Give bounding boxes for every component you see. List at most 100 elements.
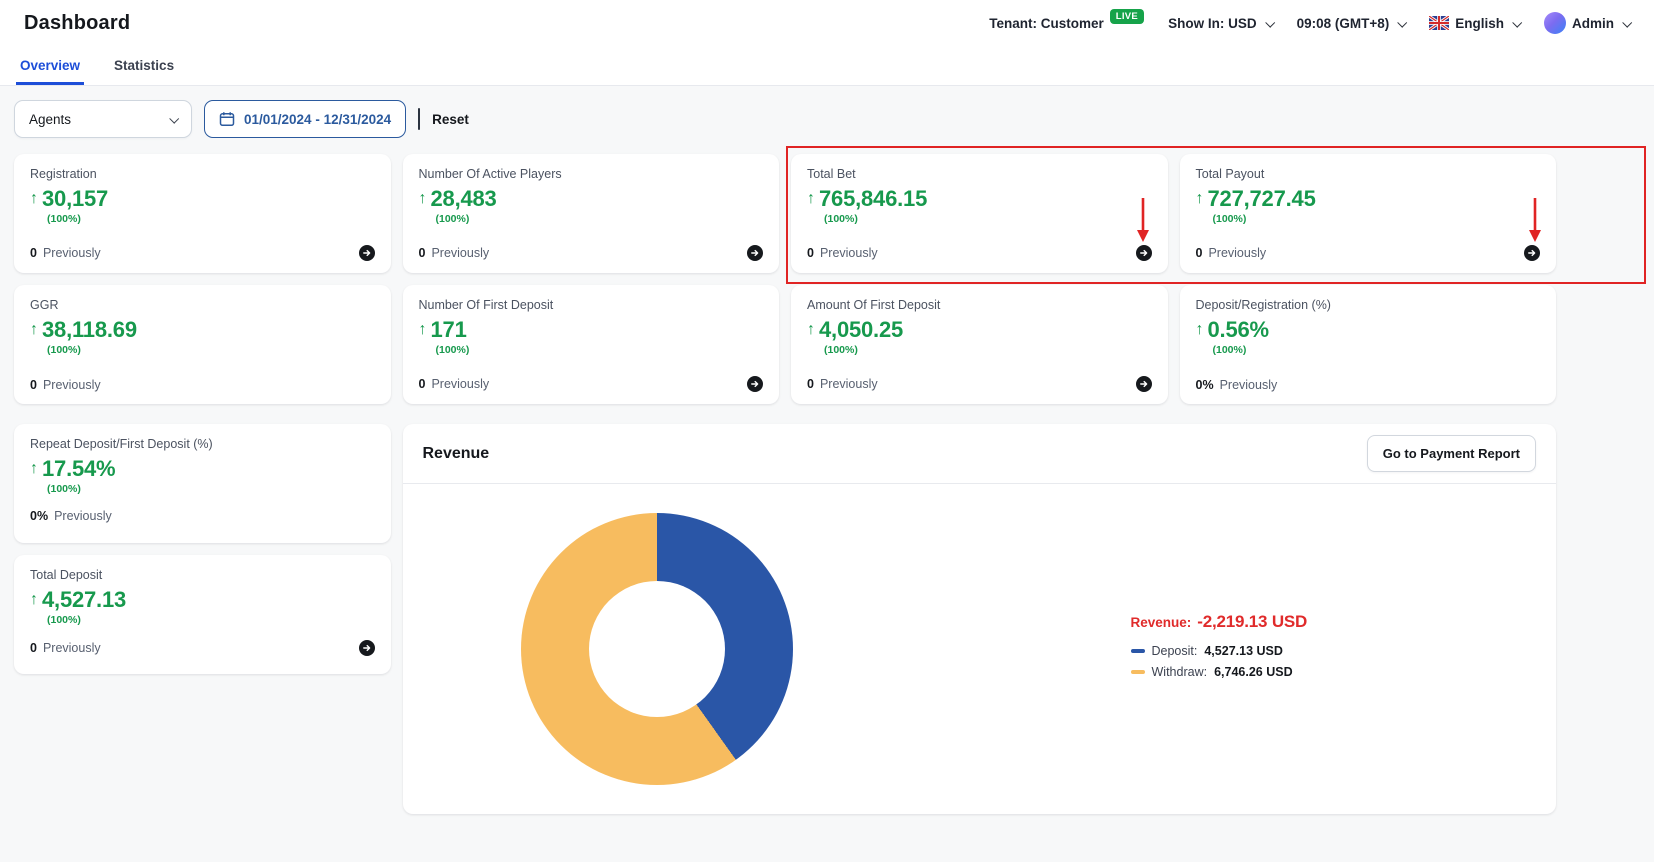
- previous-value: 0: [1196, 246, 1203, 260]
- stat-value: 17.54%: [42, 458, 115, 480]
- date-range-picker[interactable]: 01/01/2024 - 12/31/2024: [204, 100, 406, 138]
- previous-value: 0: [30, 246, 37, 260]
- stat-value: 38,118.69: [42, 319, 137, 341]
- revenue-body: Revenue: -2,219.13 USD Deposit: 4,527.13…: [403, 484, 1557, 814]
- stat-title: Number Of First Deposit: [419, 298, 764, 312]
- revenue-card: Revenue Go to Payment Report Revenue: -2…: [403, 424, 1557, 814]
- revenue-donut: [521, 513, 793, 785]
- legend-label: Withdraw:: [1152, 665, 1208, 679]
- stat-percent: (100%): [47, 614, 375, 626]
- arrow-circle-icon[interactable]: [1136, 245, 1152, 261]
- stat-value: 765,846.15: [819, 188, 927, 210]
- stat-card-number-first-deposit: Number Of First Deposit ↑171 (100%) 0 Pr…: [403, 285, 780, 404]
- chevron-down-icon: [1622, 17, 1632, 27]
- stat-percent: (100%): [47, 213, 375, 225]
- language-dropdown[interactable]: English: [1429, 16, 1520, 31]
- calendar-icon: [219, 111, 235, 127]
- donut-hole: [589, 581, 725, 717]
- stat-value: 4,050.25: [819, 319, 903, 341]
- main-content: Agents 01/01/2024 - 12/31/2024 Reset Reg…: [0, 86, 1654, 834]
- show-in-label: Show In: USD: [1168, 16, 1257, 31]
- stat-card-deposit-registration: Deposit/Registration (%) ↑0.56% (100%) 0…: [1180, 285, 1557, 404]
- previous-value: 0: [807, 377, 814, 391]
- stat-percent: (100%): [436, 213, 764, 225]
- trend-up-icon: ↑: [30, 191, 38, 207]
- revenue-total-value: -2,219.13 USD: [1197, 612, 1307, 632]
- go-to-payment-report-button[interactable]: Go to Payment Report: [1367, 435, 1536, 472]
- previous-label: Previously: [431, 377, 489, 391]
- left-card-stack: Repeat Deposit/First Deposit (%) ↑17.54%…: [14, 424, 391, 674]
- stat-value: 171: [431, 319, 467, 341]
- user-menu[interactable]: Admin: [1544, 12, 1630, 34]
- stat-card-registration: Registration ↑30,157 (100%) 0 Previously: [14, 154, 391, 273]
- stat-card-ggr: GGR ↑38,118.69 (100%) 0 Previously: [14, 285, 391, 404]
- stats-grid: Registration ↑30,157 (100%) 0 Previously…: [14, 154, 1556, 814]
- timezone-dropdown[interactable]: 09:08 (GMT+8): [1297, 16, 1406, 31]
- previous-value: 0: [419, 377, 426, 391]
- stat-card-amount-first-deposit: Amount Of First Deposit ↑4,050.25 (100%)…: [791, 285, 1168, 404]
- stat-percent: (100%): [436, 344, 764, 356]
- tab-statistics[interactable]: Statistics: [110, 46, 178, 85]
- legend-item-withdraw: Withdraw: 6,746.26 USD: [1131, 665, 1308, 679]
- avatar: [1544, 12, 1566, 34]
- stat-title: Total Payout: [1196, 167, 1541, 181]
- revenue-legend: Revenue: -2,219.13 USD Deposit: 4,527.13…: [1131, 612, 1308, 686]
- arrow-circle-icon[interactable]: [1136, 376, 1152, 392]
- legend-value: 6,746.26 USD: [1214, 665, 1293, 679]
- previous-value: 0%: [30, 509, 48, 523]
- arrow-circle-icon[interactable]: [359, 245, 375, 261]
- reset-button[interactable]: Reset: [432, 112, 469, 127]
- trend-up-icon: ↑: [807, 191, 815, 207]
- time-label: 09:08 (GMT+8): [1297, 16, 1390, 31]
- revenue-total-label: Revenue:: [1131, 615, 1192, 630]
- previous-value: 0: [419, 246, 426, 260]
- user-name: Admin: [1572, 16, 1614, 31]
- withdraw-swatch: [1131, 670, 1145, 674]
- live-badge: LIVE: [1110, 9, 1144, 24]
- previous-label: Previously: [820, 246, 878, 260]
- stat-percent: (100%): [1213, 344, 1541, 356]
- filter-divider: [418, 108, 420, 130]
- previous-label: Previously: [43, 641, 101, 655]
- tabs-bar: Overview Statistics: [0, 46, 1654, 86]
- arrow-circle-icon[interactable]: [747, 376, 763, 392]
- dashboard-page: Dashboard Tenant: Customer LIVE Show In:…: [0, 0, 1654, 862]
- tenant-label: Tenant: Customer: [989, 16, 1104, 31]
- chevron-down-icon: [169, 113, 179, 123]
- arrow-circle-icon[interactable]: [747, 245, 763, 261]
- previous-value: 0%: [1196, 378, 1214, 392]
- previous-value: 0: [30, 378, 37, 392]
- stat-card-total-deposit: Total Deposit ↑4,527.13 (100%) 0 Previou…: [14, 555, 391, 674]
- previous-label: Previously: [43, 378, 101, 392]
- legend-label: Deposit:: [1152, 644, 1198, 658]
- arrow-circle-icon[interactable]: [359, 640, 375, 656]
- stat-title: Amount Of First Deposit: [807, 298, 1152, 312]
- agents-select[interactable]: Agents: [14, 100, 192, 138]
- tab-overview[interactable]: Overview: [16, 46, 84, 85]
- filter-row: Agents 01/01/2024 - 12/31/2024 Reset: [14, 100, 1556, 138]
- trend-up-icon: ↑: [30, 461, 38, 477]
- revenue-header: Revenue Go to Payment Report: [403, 424, 1557, 484]
- stat-card-total-bet: Total Bet ↑765,846.15 (100%) 0 Previousl…: [791, 154, 1168, 273]
- stat-title: GGR: [30, 298, 375, 312]
- stat-value: 4,527.13: [42, 589, 126, 611]
- legend-value: 4,527.13 USD: [1204, 644, 1283, 658]
- stat-title: Number Of Active Players: [419, 167, 764, 181]
- stat-percent: (100%): [1213, 213, 1541, 225]
- stat-percent: (100%): [824, 213, 1152, 225]
- stat-title: Total Bet: [807, 167, 1152, 181]
- stat-card-total-payout: Total Payout ↑727,727.45 (100%) 0 Previo…: [1180, 154, 1557, 273]
- show-in-dropdown[interactable]: Show In: USD: [1168, 16, 1273, 31]
- stat-value: 30,157: [42, 188, 108, 210]
- trend-up-icon: ↑: [419, 322, 427, 338]
- language-label: English: [1455, 16, 1504, 31]
- previous-label: Previously: [1208, 246, 1266, 260]
- trend-up-icon: ↑: [1196, 191, 1204, 207]
- top-bar: Dashboard Tenant: Customer LIVE Show In:…: [0, 0, 1654, 46]
- stat-card-active-players: Number Of Active Players ↑28,483 (100%) …: [403, 154, 780, 273]
- trend-up-icon: ↑: [419, 191, 427, 207]
- previous-value: 0: [30, 641, 37, 655]
- trend-up-icon: ↑: [807, 322, 815, 338]
- trend-up-icon: ↑: [30, 322, 38, 338]
- arrow-circle-icon[interactable]: [1524, 245, 1540, 261]
